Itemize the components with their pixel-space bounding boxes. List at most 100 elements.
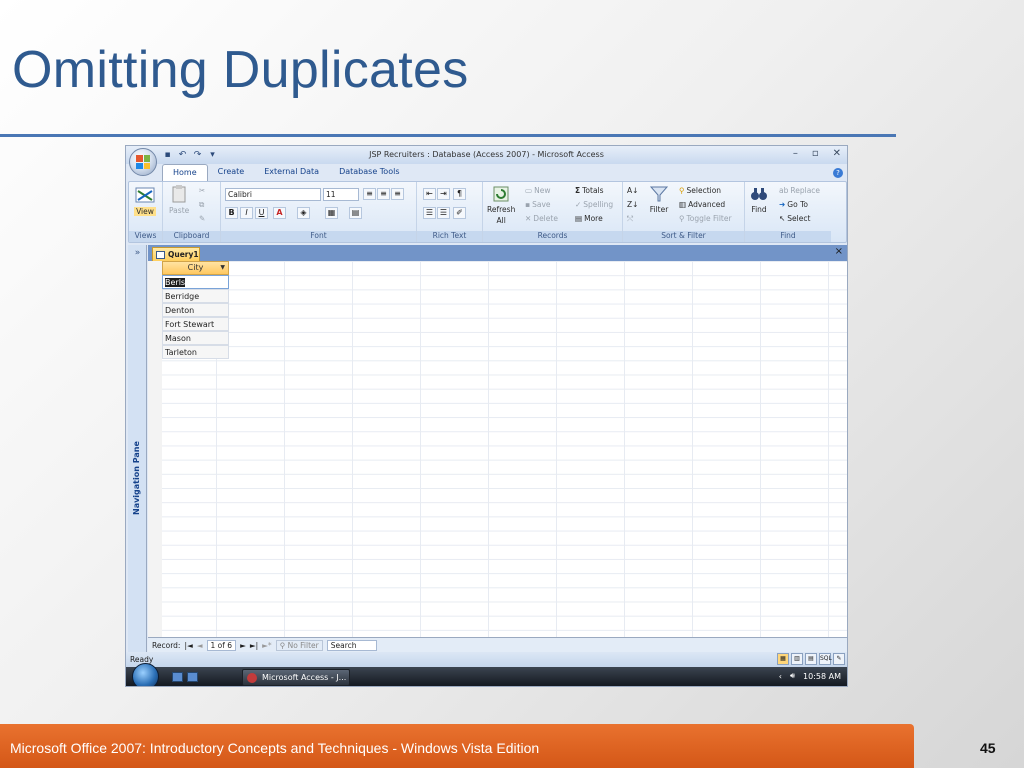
bullets-icon[interactable]: ☰ <box>437 207 450 219</box>
selection-button[interactable]: ⚲ Selection <box>679 186 721 195</box>
help-icon[interactable]: ? <box>833 168 843 178</box>
new-record-nav-icon[interactable]: ►* <box>262 641 272 650</box>
gridlines-icon[interactable]: ▦ <box>325 207 338 219</box>
toggle-filter-button[interactable]: ⚲ Toggle Filter <box>679 214 732 223</box>
minimize-button[interactable]: – <box>793 148 798 159</box>
close-window-button[interactable]: ✕ <box>833 148 841 159</box>
goto-button[interactable]: ➜ Go To <box>779 200 808 209</box>
filter-button[interactable]: Filter <box>649 185 669 214</box>
new-record-button[interactable]: ▭ New <box>525 186 550 195</box>
volume-icon[interactable]: 🔊︎ <box>790 671 795 681</box>
switch-windows-icon[interactable] <box>187 672 198 682</box>
query1-tab[interactable]: Query1 <box>152 247 200 261</box>
tab-home[interactable]: Home <box>162 164 208 182</box>
font-group: Calibri 11 ≡ ≡ ≡ B I U A ◈ ▦ ▤ Font <box>221 182 417 242</box>
nav-pane-expand-icon[interactable]: » <box>128 245 147 261</box>
text-direction-icon[interactable]: ¶ <box>453 188 466 200</box>
tab-create[interactable]: Create <box>208 164 255 182</box>
save-record-button[interactable]: ▪ Save <box>525 200 551 209</box>
tray-expand-icon[interactable]: ‹ <box>779 672 782 681</box>
datasheet-view-icon[interactable]: ▦ <box>777 653 789 665</box>
highlight-icon[interactable]: ✐ <box>453 207 466 219</box>
status-bar: Ready ▦ ▥ ▤ SQL ✎ <box>126 652 847 667</box>
previous-record-icon[interactable]: ◄ <box>197 641 203 650</box>
clear-sort-icon[interactable]: ⤲ <box>627 214 633 224</box>
underline-button[interactable]: U <box>255 207 268 219</box>
selection-icon: ⚲ <box>679 186 685 195</box>
first-record-icon[interactable]: |◄ <box>184 641 192 650</box>
next-record-icon[interactable]: ► <box>240 641 246 650</box>
bold-button[interactable]: B <box>225 207 238 219</box>
toggle-filter-icon: ⚲ <box>679 214 685 223</box>
copy-icon[interactable]: ⧉ <box>199 200 204 210</box>
fill-color-icon[interactable]: ◈ <box>297 207 310 219</box>
column-dropdown-icon[interactable]: ▼ <box>220 262 225 274</box>
rich-text-group-label: Rich Text <box>417 231 482 242</box>
views-group-label: Views <box>129 231 162 242</box>
align-center-icon[interactable]: ≡ <box>377 188 390 200</box>
table-row[interactable]: Denton <box>162 303 229 317</box>
table-row[interactable]: Berls <box>162 275 229 289</box>
find-button[interactable]: Find <box>749 185 769 214</box>
refresh-all-button[interactable]: Refresh All <box>487 185 515 225</box>
select-button[interactable]: ↖ Select <box>779 214 810 223</box>
table-row[interactable]: Tarleton <box>162 345 229 359</box>
office-logo-icon <box>136 155 150 169</box>
navigation-pane[interactable]: » Navigation Pane <box>128 245 147 652</box>
table-row[interactable]: Fort Stewart <box>162 317 229 331</box>
taskbar: Microsoft Access - J... ‹ 🔊︎ 10:58 AM <box>126 663 847 686</box>
font-name-field[interactable]: Calibri <box>225 188 321 201</box>
sort-descending-icon[interactable]: Z↓ <box>627 200 638 209</box>
ribbon: View Views Paste ✂ ⧉ ✎ Clipboard Calibri… <box>128 181 847 243</box>
align-right-icon[interactable]: ≡ <box>391 188 404 200</box>
paste-button[interactable]: Paste <box>169 184 189 215</box>
filter-funnel-icon <box>649 186 669 202</box>
clipboard-group: Paste ✂ ⧉ ✎ Clipboard <box>163 182 221 242</box>
datasheet-grid[interactable]: City ▼ Berls Berridge Denton Fort Stewar… <box>148 261 847 637</box>
show-desktop-icon[interactable] <box>172 672 183 682</box>
clock[interactable]: 10:58 AM <box>803 672 841 681</box>
spelling-icon: ✓ <box>575 200 582 209</box>
office-button[interactable] <box>129 148 157 176</box>
delete-button[interactable]: ✕ Delete <box>525 214 558 223</box>
table-row[interactable]: Berridge <box>162 289 229 303</box>
spelling-button[interactable]: ✓ Spelling <box>575 200 613 209</box>
more-button[interactable]: ▤ More <box>575 214 603 223</box>
close-query-icon[interactable]: × <box>835 246 843 257</box>
no-filter-indicator[interactable]: ⚲ No Filter <box>275 639 323 651</box>
numbering-icon[interactable]: ☰ <box>423 207 436 219</box>
replace-button[interactable]: ab Replace <box>779 186 820 195</box>
italic-button[interactable]: I <box>240 207 253 219</box>
increase-indent-icon[interactable]: ⇥ <box>437 188 450 200</box>
record-selector-column[interactable] <box>148 261 162 637</box>
sort-ascending-icon[interactable]: A↓ <box>627 186 638 195</box>
totals-button[interactable]: Σ Totals <box>575 186 604 195</box>
view-button[interactable]: View <box>134 185 156 216</box>
design-view-icon[interactable]: ✎ <box>833 653 845 665</box>
font-size-field[interactable]: 11 <box>323 188 359 201</box>
last-record-icon[interactable]: ►| <box>250 641 258 650</box>
decrease-indent-icon[interactable]: ⇤ <box>423 188 436 200</box>
format-painter-icon[interactable]: ✎ <box>199 214 205 223</box>
restore-button[interactable]: ▫ <box>812 148 819 159</box>
taskbar-access-button[interactable]: Microsoft Access - J... <box>242 669 350 686</box>
start-button[interactable] <box>132 663 159 686</box>
sort-filter-group-label: Sort & Filter <box>623 231 744 242</box>
pivot-chart-view-icon[interactable]: ▤ <box>805 653 817 665</box>
cut-icon[interactable]: ✂ <box>199 186 205 195</box>
pivot-table-view-icon[interactable]: ▥ <box>791 653 803 665</box>
font-color-button[interactable]: A <box>273 207 286 219</box>
tab-database-tools[interactable]: Database Tools <box>329 164 409 182</box>
save-record-icon: ▪ <box>525 200 531 209</box>
align-left-icon[interactable]: ≡ <box>363 188 376 200</box>
system-tray: ‹ 🔊︎ 10:58 AM <box>779 671 841 681</box>
access-window-screenshot: ▪ ↶ ↷ ▾ JSP Recruiters : Database (Acces… <box>125 145 848 687</box>
alternate-fill-icon[interactable]: ▤ <box>349 207 362 219</box>
search-field[interactable]: Search <box>326 639 377 651</box>
record-position-field[interactable]: 1 of 6 <box>206 639 237 651</box>
table-row[interactable]: Mason <box>162 331 229 345</box>
sql-view-button[interactable]: SQL <box>819 653 832 665</box>
tab-external-data[interactable]: External Data <box>254 164 329 182</box>
column-header-city[interactable]: City ▼ <box>162 261 229 275</box>
advanced-button[interactable]: ▥ Advanced <box>679 200 725 209</box>
